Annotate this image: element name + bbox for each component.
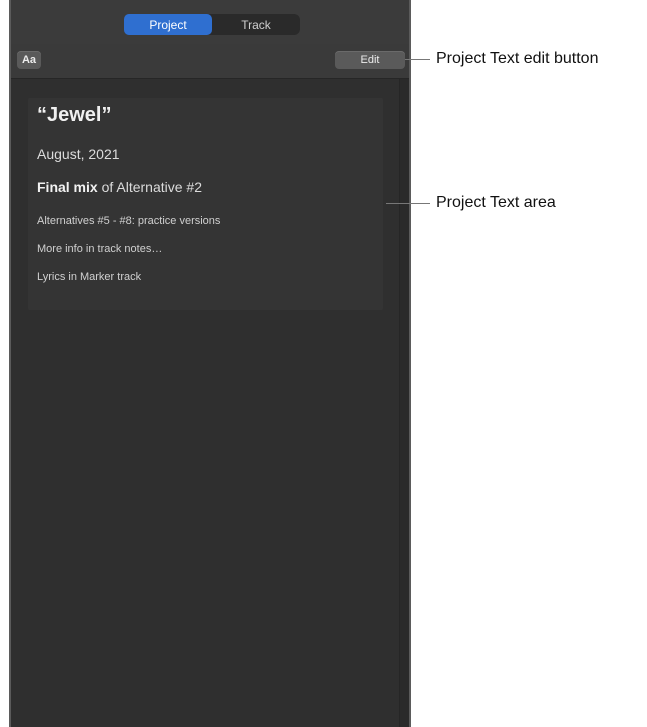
figure: Project Track Aa Edit “Jewel” August, 20… <box>0 0 647 727</box>
edit-button[interactable]: Edit <box>335 51 405 69</box>
final-mix-rest: of Alternative #2 <box>97 179 202 195</box>
edit-button-leader-line <box>405 59 430 60</box>
lyrics-line: Lyrics in Marker track <box>37 271 142 283</box>
final-mix-line: Final mix of Alternative #2 <box>37 179 202 195</box>
project-title: “Jewel” <box>37 104 112 126</box>
segmented-control: Project Track <box>124 14 300 35</box>
text-area-leader-line <box>386 203 430 204</box>
project-text-area[interactable]: “Jewel” August, 2021 Final mix of Altern… <box>28 98 383 310</box>
font-button[interactable]: Aa <box>17 51 41 69</box>
edit-button-callout: Project Text edit button <box>436 50 599 67</box>
project-text-panel: Project Track Aa Edit “Jewel” August, 20… <box>9 0 411 727</box>
project-text-toolbar: Aa Edit <box>11 44 409 79</box>
inspector-tab-bar: Project Track <box>11 0 409 44</box>
project-date: August, 2021 <box>37 146 120 162</box>
final-mix-bold: Final mix <box>37 179 98 195</box>
more-info-line: More info in track notes… <box>37 243 163 255</box>
tab-track[interactable]: Track <box>212 14 300 35</box>
content-area: “Jewel” August, 2021 Final mix of Altern… <box>11 79 399 727</box>
text-area-callout: Project Text area <box>436 194 556 211</box>
alternatives-line: Alternatives #5 - #8: practice versions <box>37 215 221 227</box>
tab-project[interactable]: Project <box>124 14 212 35</box>
scrollbar-track[interactable] <box>399 79 409 727</box>
